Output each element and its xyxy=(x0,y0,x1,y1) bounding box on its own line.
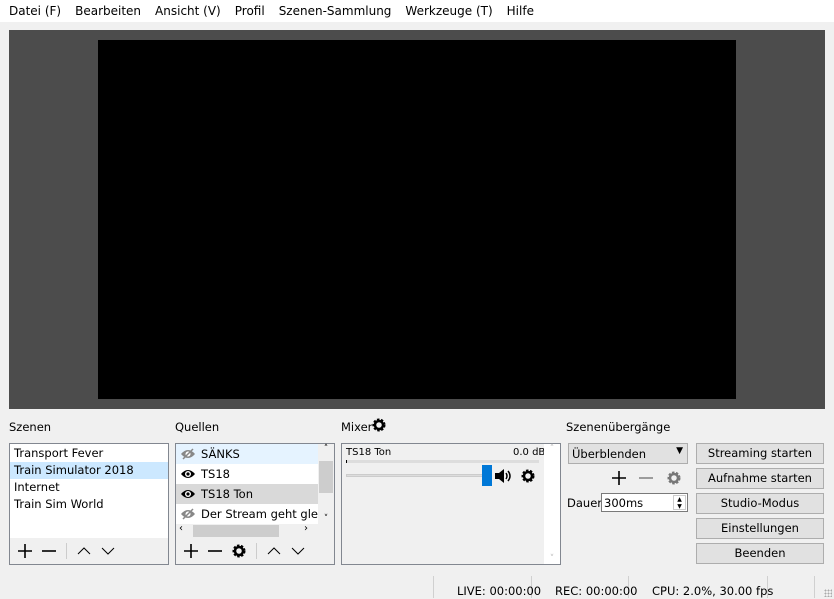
source-item[interactable]: TS18 Ton xyxy=(176,484,318,504)
transition-properties-gear-icon[interactable] xyxy=(666,470,682,486)
volume-meter xyxy=(346,460,539,463)
scene-item[interactable]: Internet xyxy=(10,479,168,496)
sources-toolbar xyxy=(176,538,334,564)
duration-value: 300ms xyxy=(604,496,644,510)
source-item[interactable]: TS18 xyxy=(176,464,318,484)
volume-slider[interactable] xyxy=(346,474,486,477)
mixer-scrollbar[interactable]: ˄ ˅ xyxy=(544,444,560,564)
menu-view[interactable]: Ansicht (V) xyxy=(148,4,228,18)
menu-edit[interactable]: Bearbeiten xyxy=(68,4,148,18)
live-status: LIVE: 00:00:00 xyxy=(457,584,542,598)
exit-button[interactable]: Beenden xyxy=(696,543,824,564)
scroll-thumb[interactable] xyxy=(193,525,279,537)
menu-profile[interactable]: Profil xyxy=(228,4,272,18)
sources-horizontal-scrollbar[interactable]: ‹ › xyxy=(176,523,334,538)
source-properties-gear-icon[interactable] xyxy=(229,541,249,561)
mixer-settings-gear-icon[interactable] xyxy=(371,417,387,433)
menu-help[interactable]: Hilfe xyxy=(500,4,541,18)
move-source-down-button[interactable] xyxy=(288,541,308,561)
volume-slider-handle[interactable] xyxy=(482,465,492,486)
preview-canvas[interactable] xyxy=(98,40,736,399)
divider xyxy=(433,576,434,598)
preview-area xyxy=(9,30,825,409)
menu-tools[interactable]: Werkzeuge (T) xyxy=(398,4,499,18)
mixer-level-db: 0.0 dB xyxy=(513,447,546,458)
move-source-up-button[interactable] xyxy=(264,541,284,561)
scroll-up-icon[interactable]: ˄ xyxy=(318,444,334,454)
remove-source-button[interactable] xyxy=(205,541,225,561)
add-scene-button[interactable] xyxy=(15,541,35,561)
menu-scene-collection[interactable]: Szenen-Sammlung xyxy=(272,4,399,18)
mixer-channel-name: TS18 Ton xyxy=(346,447,392,458)
settings-button[interactable]: Einstellungen xyxy=(696,518,824,539)
scene-item[interactable]: Transport Fever xyxy=(10,445,168,462)
transitions-title: Szenenübergänge xyxy=(566,420,671,434)
scenes-title: Szenen xyxy=(9,420,52,434)
studio-mode-button[interactable]: Studio-Modus xyxy=(696,493,824,514)
source-label: TS18 xyxy=(201,467,230,481)
eye-icon[interactable] xyxy=(180,488,196,500)
source-label: TS18 Ton xyxy=(201,487,254,501)
scroll-thumb[interactable] xyxy=(319,461,333,493)
sources-panel: SÄNKS TS18 TS18 Ton Der Stream geht gleich … xyxy=(175,443,335,565)
menu-file[interactable]: Datei (F) xyxy=(2,4,68,18)
eye-hidden-icon[interactable] xyxy=(180,448,196,460)
speaker-icon[interactable] xyxy=(494,468,512,484)
source-label: Der Stream geht gleich w xyxy=(201,507,318,521)
source-label: SÄNKS xyxy=(201,447,240,461)
spin-arrows-icon[interactable]: ▲ ▼ xyxy=(673,495,686,510)
chevron-down-icon: ▼ xyxy=(676,446,683,456)
duration-label: Dauer xyxy=(567,496,602,510)
transition-select[interactable]: Überblenden ▼ xyxy=(568,443,688,464)
divider xyxy=(256,543,257,559)
source-item[interactable]: SÄNKS xyxy=(176,444,318,464)
move-scene-down-button[interactable] xyxy=(98,541,118,561)
eye-icon[interactable] xyxy=(180,468,196,480)
sources-vertical-scrollbar[interactable]: ˄ ˅ xyxy=(318,444,334,524)
channel-settings-gear-icon[interactable] xyxy=(520,468,536,484)
divider xyxy=(814,576,815,598)
scroll-right-icon[interactable]: › xyxy=(304,523,308,534)
divider xyxy=(66,543,67,559)
scroll-left-icon[interactable]: ‹ xyxy=(179,523,183,534)
transition-select-value: Überblenden xyxy=(572,447,647,461)
move-scene-up-button[interactable] xyxy=(74,541,94,561)
mixer-panel: TS18 Ton 0.0 dB ˄ ˅ xyxy=(341,443,561,565)
scenes-toolbar xyxy=(10,538,168,564)
start-recording-button[interactable]: Aufnahme starten xyxy=(696,468,824,489)
resize-grip[interactable] xyxy=(824,589,832,597)
start-streaming-button[interactable]: Streaming starten xyxy=(696,443,824,464)
scene-item[interactable]: Train Sim World xyxy=(10,496,168,513)
add-transition-button[interactable] xyxy=(611,470,627,486)
remove-scene-button[interactable] xyxy=(39,541,59,561)
cpu-status: CPU: 2.0%, 30.00 fps xyxy=(652,584,774,598)
eye-hidden-icon[interactable] xyxy=(180,508,196,520)
scroll-down-icon[interactable]: ˅ xyxy=(318,514,334,524)
scene-item[interactable]: Train Simulator 2018 xyxy=(10,462,168,479)
duration-spinbox[interactable]: 300ms ▲ ▼ xyxy=(601,493,688,512)
add-source-button[interactable] xyxy=(181,541,201,561)
sources-title: Quellen xyxy=(175,420,220,434)
remove-transition-button[interactable] xyxy=(638,470,654,486)
menu-bar: Datei (F) Bearbeiten Ansicht (V) Profil … xyxy=(0,0,834,22)
source-item[interactable]: Der Stream geht gleich w xyxy=(176,504,318,524)
mixer-title: Mixer xyxy=(341,420,373,434)
rec-status: REC: 00:00:00 xyxy=(555,584,638,598)
scenes-panel: Transport Fever Train Simulator 2018 Inter… xyxy=(9,443,169,565)
